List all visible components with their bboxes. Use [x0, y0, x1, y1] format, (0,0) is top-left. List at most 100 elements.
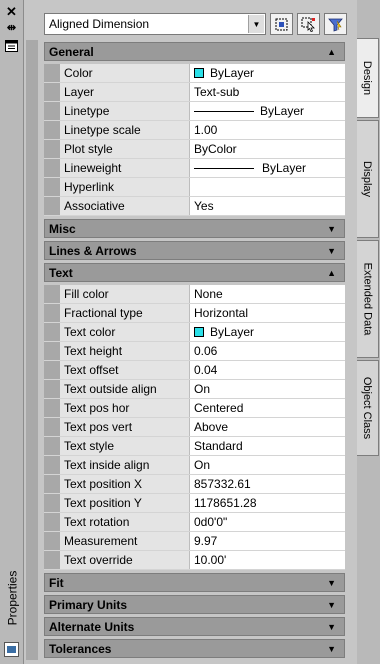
- row-gutter: [44, 551, 60, 569]
- property-value[interactable]: Centered: [190, 399, 345, 417]
- property-value[interactable]: Standard: [190, 437, 345, 455]
- property-row[interactable]: Text override 10.00': [44, 551, 345, 570]
- property-row[interactable]: Associative Yes: [44, 197, 345, 216]
- property-value[interactable]: ByLayer: [190, 102, 345, 120]
- property-value[interactable]: Text-sub: [190, 83, 345, 101]
- property-value[interactable]: 857332.61: [190, 475, 345, 493]
- property-value[interactable]: 1.00: [190, 121, 345, 139]
- row-gutter: [44, 399, 60, 417]
- expand-icon[interactable]: ▼: [327, 246, 336, 256]
- property-row[interactable]: Lineweight ByLayer: [44, 159, 345, 178]
- property-row[interactable]: Fill color None: [44, 285, 345, 304]
- property-row[interactable]: Text style Standard: [44, 437, 345, 456]
- expand-icon[interactable]: ▼: [327, 578, 336, 588]
- close-icon[interactable]: ✕: [3, 4, 20, 19]
- property-value[interactable]: 0.06: [190, 342, 345, 360]
- category-lines-arrows[interactable]: Lines & Arrows ▼: [44, 241, 345, 260]
- property-value[interactable]: ByColor: [190, 140, 345, 158]
- property-name: Text position X: [60, 475, 190, 493]
- property-row[interactable]: Linetype ByLayer: [44, 102, 345, 121]
- property-value[interactable]: ByLayer: [190, 323, 345, 341]
- autohide-icon[interactable]: ⇹: [3, 21, 20, 36]
- property-value[interactable]: 0d0'0": [190, 513, 345, 531]
- toolbar: Aligned Dimension ▼: [44, 12, 354, 36]
- property-row[interactable]: Text pos hor Centered: [44, 399, 345, 418]
- tab-object-class[interactable]: Object Class: [357, 360, 379, 456]
- expand-icon[interactable]: ▼: [327, 224, 336, 234]
- tab-design[interactable]: Design: [357, 38, 379, 118]
- property-row[interactable]: Text position Y 1178651.28: [44, 494, 345, 513]
- property-row[interactable]: Text position X 857332.61: [44, 475, 345, 494]
- object-type-dropdown[interactable]: Aligned Dimension ▼: [44, 13, 266, 35]
- property-name: Text pos vert: [60, 418, 190, 436]
- category-text[interactable]: Text ▲: [44, 263, 345, 282]
- row-gutter: [44, 361, 60, 379]
- property-name: Fill color: [60, 285, 190, 303]
- category-general[interactable]: General ▲: [44, 42, 345, 61]
- row-gutter: [44, 285, 60, 303]
- category-tolerances[interactable]: Tolerances ▼: [44, 639, 345, 658]
- property-row[interactable]: Color ByLayer: [44, 64, 345, 83]
- property-row[interactable]: Text inside align On: [44, 456, 345, 475]
- property-value[interactable]: On: [190, 456, 345, 474]
- property-value[interactable]: 0.04: [190, 361, 345, 379]
- property-value[interactable]: 1178651.28: [190, 494, 345, 512]
- property-value-text: ByLayer: [260, 104, 305, 118]
- row-gutter: [44, 532, 60, 550]
- property-value[interactable]: None: [190, 285, 345, 303]
- property-name: Color: [60, 64, 190, 82]
- property-value[interactable]: [190, 178, 345, 196]
- quick-select-icon[interactable]: [324, 13, 347, 35]
- property-row[interactable]: Fractional type Horizontal: [44, 304, 345, 323]
- collapse-icon[interactable]: ▲: [327, 268, 336, 278]
- property-value[interactable]: Horizontal: [190, 304, 345, 322]
- property-value[interactable]: ByLayer: [190, 159, 345, 177]
- collapse-icon[interactable]: ▲: [327, 47, 336, 57]
- expand-icon[interactable]: ▼: [327, 644, 336, 654]
- property-row[interactable]: Hyperlink: [44, 178, 345, 197]
- category-title: Primary Units: [49, 597, 128, 612]
- property-value[interactable]: 9.97: [190, 532, 345, 550]
- property-row[interactable]: Text rotation 0d0'0": [44, 513, 345, 532]
- category-alternate-units[interactable]: Alternate Units ▼: [44, 617, 345, 636]
- property-name: Hyperlink: [60, 178, 190, 196]
- properties-panel: Aligned Dimension ▼ General ▲ Color ByLayer…: [24, 0, 357, 664]
- property-row[interactable]: Text offset 0.04: [44, 361, 345, 380]
- property-row[interactable]: Text outside align On: [44, 380, 345, 399]
- tab-extended-data[interactable]: Extended Data: [357, 240, 379, 358]
- category-misc[interactable]: Misc ▼: [44, 219, 345, 238]
- select-objects-icon[interactable]: [297, 13, 320, 35]
- palette-title-bar: ✕ ⇹ Properties: [0, 0, 24, 664]
- property-value-text: 0d0'0": [194, 515, 228, 529]
- property-value-text: On: [194, 458, 211, 472]
- property-name: Linetype scale: [60, 121, 190, 139]
- property-row[interactable]: Text color ByLayer: [44, 323, 345, 342]
- line-sample: [194, 110, 254, 112]
- property-row[interactable]: Text pos vert Above: [44, 418, 345, 437]
- property-value-text: 1178651.28: [194, 496, 257, 510]
- property-name: Text position Y: [60, 494, 190, 512]
- property-row[interactable]: Plot style ByColor: [44, 140, 345, 159]
- property-value[interactable]: Above: [190, 418, 345, 436]
- property-value[interactable]: Yes: [190, 197, 345, 215]
- chevron-down-icon[interactable]: ▼: [248, 15, 264, 33]
- category-fit[interactable]: Fit ▼: [44, 573, 345, 592]
- expand-icon[interactable]: ▼: [327, 600, 336, 610]
- property-row[interactable]: Layer Text-sub: [44, 83, 345, 102]
- property-row[interactable]: Measurement 9.97: [44, 532, 345, 551]
- property-row[interactable]: Linetype scale 1.00: [44, 121, 345, 140]
- property-value-text: Text-sub: [194, 85, 240, 99]
- property-name: Linetype: [60, 102, 190, 120]
- properties-menu-icon[interactable]: [3, 38, 20, 53]
- tab-display[interactable]: Display: [357, 120, 379, 238]
- panel-scrollbar[interactable]: [26, 40, 38, 660]
- pickadd-icon[interactable]: [270, 13, 293, 35]
- property-value[interactable]: On: [190, 380, 345, 398]
- property-value[interactable]: ByLayer: [190, 64, 345, 82]
- property-name: Text outside align: [60, 380, 190, 398]
- property-row[interactable]: Text height 0.06: [44, 342, 345, 361]
- property-name: Text override: [60, 551, 190, 569]
- category-primary-units[interactable]: Primary Units ▼: [44, 595, 345, 614]
- property-value[interactable]: 10.00': [190, 551, 345, 569]
- expand-icon[interactable]: ▼: [327, 622, 336, 632]
